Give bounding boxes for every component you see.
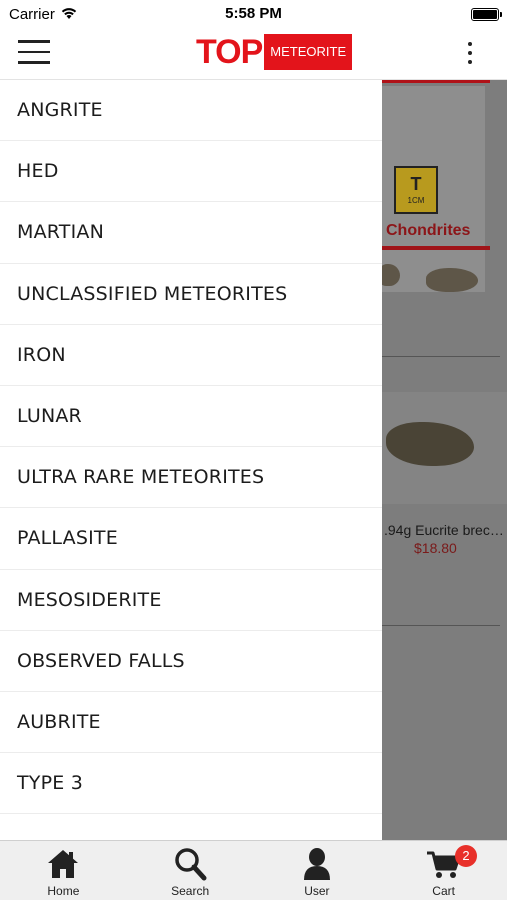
category-title: Chondrites <box>386 222 471 239</box>
drawer-item-label: OBSERVED FALLS <box>17 649 185 672</box>
drawer-item-label: UNCLASSIFIED METEORITES <box>17 282 288 305</box>
logo[interactable]: TOP METEORITE <box>196 33 353 71</box>
menu-icon[interactable] <box>18 40 50 66</box>
status-bar: Carrier 5:58 PM <box>0 0 507 28</box>
drawer-item-label: TYPE 3 <box>17 772 84 795</box>
tab-label: User <box>304 884 330 898</box>
drawer-item-angrite[interactable]: ANGRITE <box>0 80 382 142</box>
user-icon <box>303 848 330 880</box>
drawer-item-label: AUBRITE <box>17 710 101 733</box>
tab-home[interactable]: Home <box>0 841 127 900</box>
search-icon <box>175 848 207 881</box>
drawer-item-label: ULTRA RARE METEORITES <box>17 466 265 489</box>
category-title-bar <box>382 246 490 250</box>
drawer-item-label: HED <box>17 160 59 183</box>
drawer-item-unclassified[interactable]: UNCLASSIFIED METEORITES <box>0 264 382 325</box>
app-header: TOP METEORITE <box>0 28 507 80</box>
scale-cube-letter: T <box>410 174 422 194</box>
home-icon <box>48 850 79 878</box>
drawer-item-mesosiderite[interactable]: MESOSIDERITE <box>0 570 382 631</box>
logo-text: TOP <box>196 33 263 71</box>
drawer-item-hed[interactable]: HED <box>0 141 382 203</box>
category-card: T 1CM Chondrites <box>382 86 490 292</box>
drawer-item-ultra-rare[interactable]: ULTRA RARE METEORITES <box>0 447 382 509</box>
product-image <box>382 392 507 504</box>
battery-icon <box>471 8 502 21</box>
meteorite-image <box>426 268 478 292</box>
drawer-item-lunar[interactable]: LUNAR <box>0 386 382 448</box>
drawer-item-martian[interactable]: MARTIAN <box>0 202 382 264</box>
dimmed-page-overlay[interactable]: T 1CM Chondrites .94g Eucrite brec… $18.… <box>382 80 507 840</box>
category-top-bar <box>382 80 490 83</box>
tab-label: Search <box>171 884 210 898</box>
meteorite-image <box>386 422 474 466</box>
drawer-item-label: PALLASITE <box>17 527 118 550</box>
drawer-item-label: LUNAR <box>17 405 82 428</box>
meteorite-image <box>382 264 400 286</box>
more-options-icon[interactable] <box>467 42 473 64</box>
tab-label: Cart <box>432 884 455 898</box>
divider <box>382 625 500 626</box>
drawer-item-type-3[interactable]: TYPE 3 <box>0 753 382 815</box>
tab-search[interactable]: Search <box>127 841 254 900</box>
category-drawer: ANGRITE HED MARTIAN UNCLASSIFIED METEORI… <box>0 80 382 840</box>
drawer-item-label: ANGRITE <box>17 99 103 122</box>
clock: 5:58 PM <box>225 5 282 22</box>
drawer-item-iron[interactable]: IRON <box>0 325 382 386</box>
drawer-item-label: IRON <box>17 343 66 366</box>
drawer-item-observed-falls[interactable]: OBSERVED FALLS <box>0 631 382 692</box>
logo-badge: METEORITE <box>264 34 353 70</box>
cart-count-badge: 2 <box>455 845 478 867</box>
scale-cube-unit: 1CM <box>407 196 425 205</box>
product-name: .94g Eucrite brec… <box>384 522 504 538</box>
drawer-item-pallasite[interactable]: PALLASITE <box>0 508 382 570</box>
tab-label: Home <box>47 884 80 898</box>
scale-cube: T 1CM <box>394 166 438 214</box>
drawer-item-label: MARTIAN <box>17 221 105 244</box>
tab-bar: Home Search User 2 Cart <box>0 840 507 900</box>
drawer-item-label: MESOSIDERITE <box>17 588 162 611</box>
product-price: $18.80 <box>414 540 457 556</box>
divider <box>382 356 500 357</box>
tab-user[interactable]: User <box>254 841 381 900</box>
drawer-item-aubrite[interactable]: AUBRITE <box>0 692 382 754</box>
tab-cart[interactable]: 2 Cart <box>380 841 507 900</box>
